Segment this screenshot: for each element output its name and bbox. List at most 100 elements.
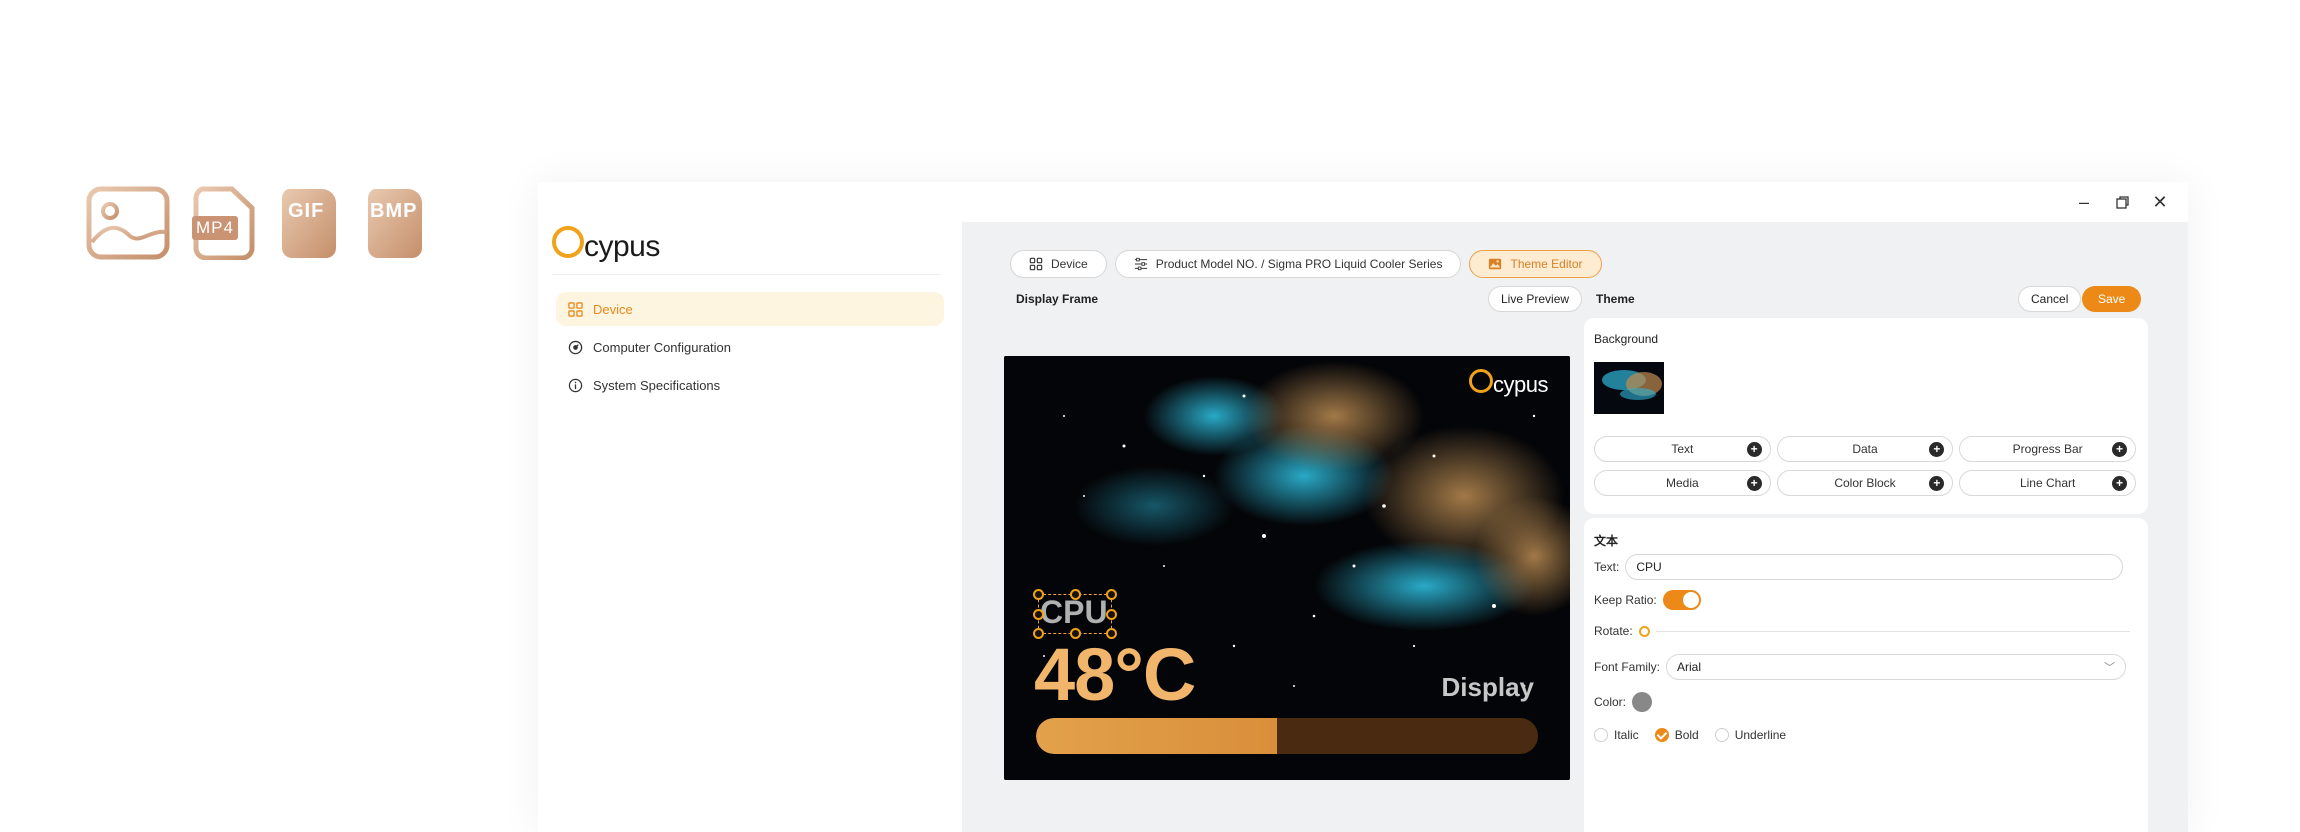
tab-theme-editor[interactable]: Theme Editor [1469, 250, 1602, 278]
sidebar-item-label: Device [593, 301, 633, 317]
rotate-label: Rotate: [1594, 624, 1633, 638]
add-text-button[interactable]: Text + [1594, 436, 1771, 462]
progress-bar-fill [1036, 718, 1277, 754]
grid-icon [1029, 257, 1043, 271]
mp4-file-icon: MP4 [192, 186, 256, 261]
resize-handle[interactable] [1070, 589, 1081, 600]
background-label: Background [1594, 332, 1659, 346]
underline-radio[interactable] [1714, 728, 1729, 742]
close-icon[interactable]: ✕ [2150, 192, 2170, 212]
tab-label: Device [1051, 257, 1088, 271]
element-tools: Text + Data + Progress Bar + Media + Color B… [1594, 436, 2136, 496]
rotate-row: Rotate: [1594, 624, 2130, 638]
theme-title: Theme [1596, 292, 1635, 306]
font-family-row: Font Family: Arial ﹀ [1594, 654, 2127, 680]
text-style-row: Italic Bold Underline [1594, 728, 1786, 742]
temperature-value[interactable]: 48°C [1034, 632, 1196, 717]
add-color-block-button[interactable]: Color Block + [1776, 470, 1954, 496]
tool-label: Line Chart [2019, 476, 2076, 490]
app-window: – ✕ cypus Device Computer Configuration … [538, 182, 2188, 832]
tab-device[interactable]: Device [1010, 250, 1107, 278]
window-controls: – ✕ [2074, 192, 2170, 212]
font-family-label: Font Family: [1594, 660, 1661, 674]
dial-icon [568, 340, 583, 354]
sliders-icon [1134, 257, 1147, 271]
grid-icon [568, 301, 583, 317]
color-row: Color: [1594, 692, 1653, 712]
add-line-chart-button[interactable]: Line Chart + [1959, 470, 2136, 496]
bold-label: Bold [1674, 728, 1699, 742]
text-label: Text: [1594, 560, 1620, 574]
display-frame-title: Display Frame [1016, 292, 1099, 306]
image-file-icon [86, 186, 170, 260]
italic-label: Italic [1614, 728, 1639, 742]
tool-label: Progress Bar [2012, 442, 2083, 456]
plus-icon: + [1929, 476, 1945, 491]
italic-option[interactable]: Italic [1594, 728, 1639, 742]
rotate-slider-handle[interactable] [1638, 625, 1650, 637]
cancel-button[interactable]: Cancel [2018, 286, 2082, 312]
info-icon [568, 378, 583, 392]
add-progress-bar-button[interactable]: Progress Bar + [1959, 436, 2136, 462]
resize-handle[interactable] [1033, 589, 1044, 600]
bold-radio[interactable] [1654, 728, 1669, 742]
brand-logo: cypus [552, 224, 660, 270]
live-preview-button[interactable]: Live Preview [1488, 286, 1583, 312]
resize-handle[interactable] [1033, 609, 1044, 620]
sidebar-item-label: Computer Configuration [593, 339, 732, 355]
text-section-title: 文本 [1594, 534, 1619, 548]
tool-label: Text [1671, 442, 1694, 456]
tool-label: Media [1665, 476, 1699, 490]
sidebar-item-device[interactable]: Device [556, 292, 944, 326]
tool-label: Color Block [1834, 476, 1896, 490]
text-row: Text: CPU [1594, 554, 2124, 580]
italic-radio[interactable] [1594, 728, 1608, 742]
selection-box[interactable] [1033, 589, 1117, 639]
logo-text: cypus [584, 230, 660, 263]
resize-handle[interactable] [1106, 609, 1117, 620]
logo-ring-icon [1469, 369, 1494, 393]
text-input[interactable]: CPU [1625, 554, 2124, 580]
add-media-button[interactable]: Media + [1594, 470, 1771, 496]
underline-option[interactable]: Underline [1714, 728, 1786, 742]
breadcrumb-tabs: Device Product Model NO. / Sigma PRO Liq… [1010, 250, 1602, 278]
keep-ratio-label: Keep Ratio: [1594, 593, 1657, 607]
add-data-button[interactable]: Data + [1776, 436, 1954, 462]
keep-ratio-toggle[interactable] [1662, 590, 1701, 610]
main-area: Device Product Model NO. / Sigma PRO Liq… [962, 222, 2188, 832]
image-icon [1489, 258, 1502, 270]
plus-icon: + [1746, 442, 1762, 457]
display-preview[interactable]: cypus CPU 48°C Display [1004, 356, 1570, 780]
color-swatch[interactable] [1632, 692, 1653, 712]
toggle-knob [1682, 592, 1699, 608]
bold-option[interactable]: Bold [1654, 728, 1699, 742]
save-button[interactable]: Save [2082, 286, 2142, 312]
chevron-down-icon: ﹀ [2104, 662, 2116, 674]
logo-ring-icon [552, 226, 584, 258]
sidebar-nav: Device Computer Configuration System Spe… [556, 292, 944, 406]
text-properties-card: 文本 Text: CPU Keep Ratio: Rotate: Font Fa… [1584, 518, 2148, 832]
color-label: Color: [1594, 695, 1627, 709]
display-logo-text: cypus [1493, 372, 1548, 397]
tab-product-model[interactable]: Product Model NO. / Sigma PRO Liquid Coo… [1114, 250, 1462, 278]
font-family-value: Arial [1677, 660, 1702, 674]
sidebar-item-computer-configuration[interactable]: Computer Configuration [556, 330, 944, 364]
sidebar-item-system-specifications[interactable]: System Specifications [556, 368, 944, 402]
plus-icon: + [1746, 476, 1762, 491]
background-thumbnail[interactable] [1594, 362, 1664, 414]
font-family-select[interactable]: Arial ﹀ [1666, 654, 2127, 680]
display-logo: cypus [1469, 369, 1548, 398]
background-card: Background Text + Data + Progress Bar + Med… [1584, 318, 2148, 514]
minimize-icon[interactable]: – [2074, 192, 2094, 212]
resize-handle[interactable] [1106, 589, 1117, 600]
display-text-element[interactable]: Display [1442, 672, 1535, 703]
tab-label: Theme Editor [1510, 257, 1583, 271]
restore-icon[interactable] [2112, 192, 2132, 212]
file-type-icons: MP4 GIF BMP [86, 186, 428, 261]
plus-icon: + [1929, 442, 1945, 457]
tool-label: Data [1852, 442, 1878, 456]
plus-icon: + [2112, 442, 2127, 457]
progress-bar-element[interactable] [1036, 718, 1538, 754]
bmp-label: BMP [370, 200, 418, 222]
rotate-slider-track[interactable] [1655, 630, 2130, 632]
